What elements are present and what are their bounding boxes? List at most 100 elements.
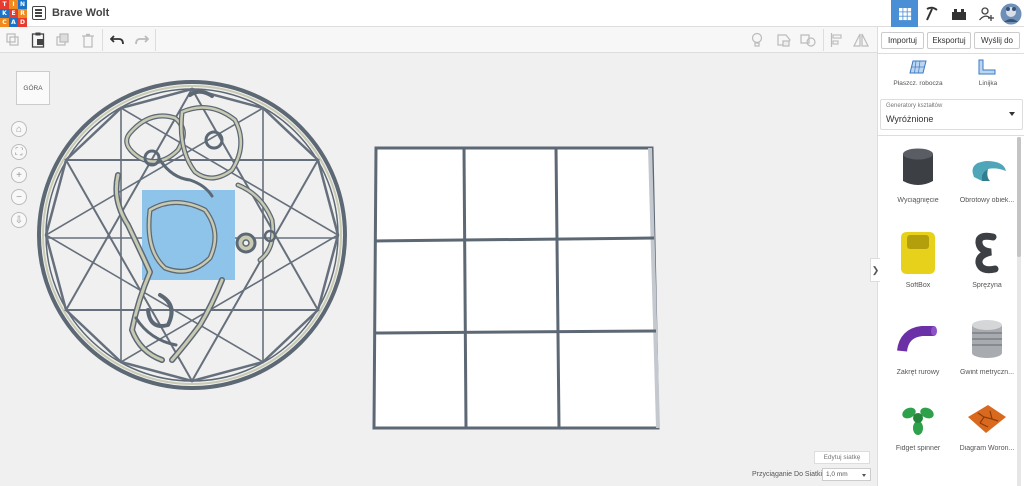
shape-tile-wyciagniecie[interactable]: Wyciągnięcie [883, 145, 953, 215]
tinkercad-logo[interactable]: TINKERCAD [0, 0, 27, 27]
shape-tile-sprezyna[interactable]: Sprężyna [952, 230, 1022, 300]
zoom-in-button[interactable]: + [11, 167, 27, 183]
shape-tile-diagram-woronoja[interactable]: Diagram Woron... [952, 403, 1022, 473]
shape-generators-dropdown[interactable]: Generatory kształtów Wyróżnione [880, 99, 1023, 130]
align-button[interactable] [828, 31, 846, 49]
collapse-panel-button[interactable]: ❯ [870, 258, 880, 282]
shape-label: Diagram Woron... [959, 445, 1015, 452]
shape-tile-fidget-spinner[interactable]: Fidget spinner [883, 403, 953, 473]
logo-letter: N [18, 0, 27, 9]
brick-icon [951, 8, 966, 20]
spring-shape-icon [975, 232, 999, 274]
grid-box-design[interactable] [372, 146, 660, 430]
user-avatar-button[interactable] [998, 0, 1024, 27]
duplicate-button[interactable] [54, 31, 72, 49]
export-button[interactable]: Eksportuj [927, 32, 971, 49]
grid-view-button[interactable] [891, 0, 918, 27]
logo-letter: E [9, 9, 18, 18]
ungroup-button[interactable] [799, 31, 817, 49]
chevron-down-icon [1009, 112, 1015, 116]
revolver-shape-icon [972, 161, 1006, 181]
import-button[interactable]: Importuj [881, 32, 924, 49]
design-list-icon[interactable] [32, 6, 46, 20]
logo-letter: D [18, 18, 27, 27]
ruler-icon [978, 59, 996, 75]
align-icon [830, 33, 842, 47]
disc-design[interactable] [37, 80, 347, 390]
perspective-icon: ⇩ [14, 214, 24, 226]
delete-button[interactable] [79, 31, 97, 49]
shape-label: SoftBox [905, 282, 931, 289]
logo-letter: R [18, 9, 27, 18]
zoom-out-button[interactable]: − [11, 189, 27, 205]
redo-icon [135, 35, 149, 45]
undo-button[interactable] [108, 31, 126, 49]
mirror-button[interactable] [852, 31, 870, 49]
generators-value: Wyróżnione [886, 114, 934, 124]
shape-label: Wyciągnięcie [897, 197, 939, 204]
avatar-icon [1000, 3, 1022, 24]
mirror-icon [853, 33, 869, 47]
generators-label: Generatory kształtów [886, 103, 943, 109]
lightbulb-icon [751, 32, 763, 47]
snap-grid-select[interactable]: 1,0 mm [822, 468, 871, 481]
paste-button[interactable] [29, 31, 47, 49]
shape-panel-scrollbar[interactable] [1017, 137, 1021, 486]
workplane-button[interactable]: Płaszcz. robocza [888, 59, 948, 93]
logo-letter: T [0, 0, 9, 9]
logo-letter: K [0, 9, 9, 18]
logo-letter: A [9, 18, 18, 27]
shape-tile-gwint[interactable]: Gwint metryczn... [952, 317, 1022, 387]
edit-grid-button[interactable]: Edytuj siatkę [814, 451, 870, 464]
bricks-button[interactable] [945, 0, 972, 27]
copy-button[interactable] [4, 31, 22, 49]
zoom-in-icon: + [16, 169, 22, 181]
ruler-label: Linijka [978, 80, 998, 87]
softbox-shape-icon [901, 232, 935, 274]
add-user-icon [978, 6, 994, 21]
fidget-spinner-shape-icon [902, 407, 934, 435]
home-icon: ⌂ [15, 123, 23, 135]
delete-icon [82, 33, 94, 48]
ungroup-icon [800, 34, 816, 47]
redo-button[interactable] [133, 31, 151, 49]
group-button[interactable] [775, 31, 793, 49]
send-to-button[interactable]: Wyślij do [974, 32, 1020, 49]
notes-button[interactable] [748, 31, 766, 49]
ruler-button[interactable]: Linijka [963, 59, 1013, 93]
logo-letter: I [9, 0, 18, 9]
logo-letter: C [0, 18, 9, 27]
design-title[interactable]: Brave Wolt [52, 7, 109, 19]
grid-view-icon [898, 7, 911, 20]
tube-bend-shape-icon [897, 326, 937, 352]
invite-button[interactable] [972, 0, 999, 27]
shape-label: Fidget spinner [895, 445, 941, 452]
paste-icon [31, 32, 45, 48]
home-view-button[interactable]: ⌂ [11, 121, 27, 137]
voronoi-diagram-shape-icon [968, 405, 1006, 433]
shape-label: Gwint metryczn... [959, 369, 1015, 376]
workplane-canvas[interactable] [0, 53, 870, 486]
copy-icon [6, 33, 19, 46]
workplane-label: Płaszcz. robocza [893, 80, 943, 87]
pickaxe-icon [925, 6, 938, 20]
blocks-button[interactable] [918, 0, 945, 27]
shape-label: Zakręt rurowy [896, 369, 940, 376]
metric-thread-shape-icon [972, 320, 1002, 358]
top-bar: TINKERCAD Brave Wolt [0, 0, 1024, 27]
scrollbar-thumb[interactable] [1017, 137, 1021, 257]
undo-icon [110, 35, 124, 45]
shape-label: Obrotowy obiek... [959, 197, 1015, 204]
fit-icon: ⛶ [15, 146, 23, 158]
shape-tile-zakret-rurowy[interactable]: Zakręt rurowy [883, 317, 953, 387]
shape-tile-softbox[interactable]: SoftBox [883, 230, 953, 300]
view-cube[interactable]: GÓRA [16, 71, 50, 105]
shape-tile-obrotowy[interactable]: Obrotowy obiek... [952, 145, 1022, 215]
workplane-icon [909, 60, 927, 74]
shape-label: Sprężyna [972, 282, 1002, 289]
snap-grid-label: Przyciąganie Do Siatki [752, 471, 823, 478]
fit-view-button[interactable]: ⛶ [11, 144, 27, 160]
duplicate-icon [56, 33, 69, 46]
zoom-out-icon: − [16, 191, 22, 203]
perspective-button[interactable]: ⇩ [11, 212, 27, 228]
